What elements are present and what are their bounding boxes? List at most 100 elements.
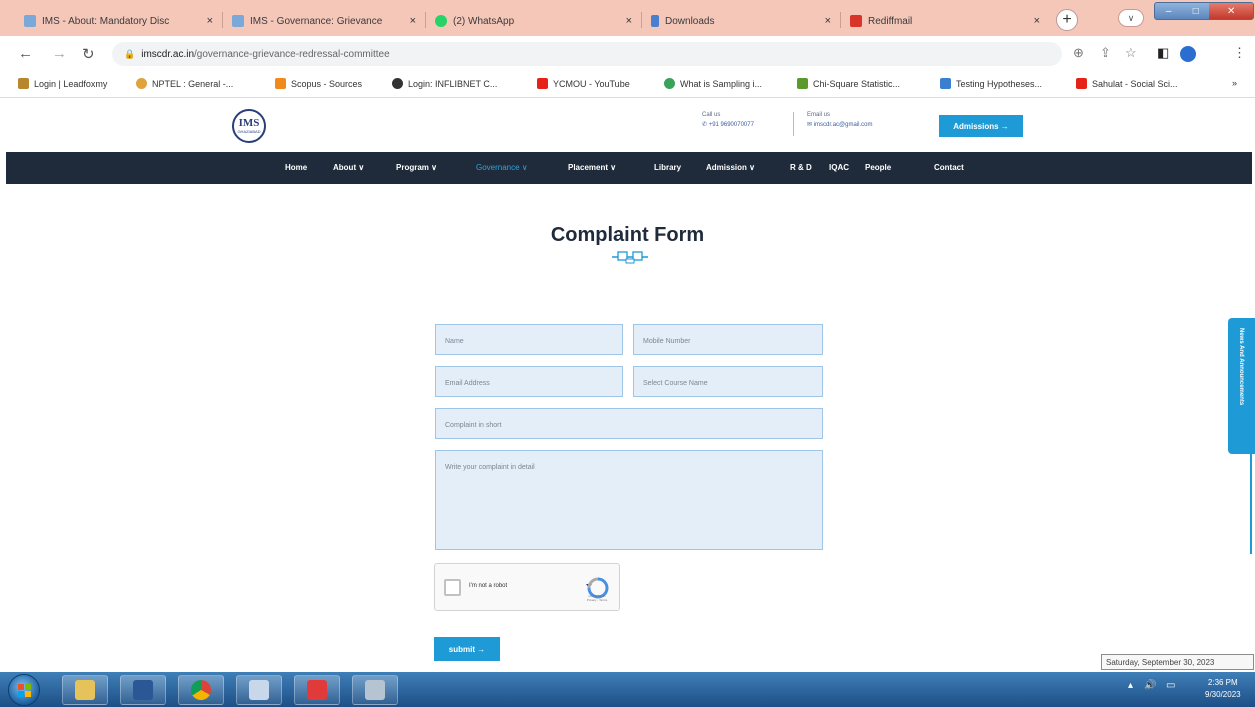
close-tab-icon[interactable]: × [207,15,213,27]
nav-program[interactable]: Program ∨ [396,163,437,172]
nav-about[interactable]: About ∨ [333,163,364,172]
star-icon[interactable]: ☆ [1125,45,1137,61]
tray-arrow-icon[interactable]: ▴ [1128,680,1133,691]
close-tab-icon[interactable]: × [825,15,831,27]
bookmark-item[interactable]: Login | Leadfoxmy [18,78,107,89]
rediffmail-icon [850,15,862,27]
close-tab-icon[interactable]: × [626,15,632,27]
bookmark-item[interactable]: Testing Hypotheses... [940,78,1042,89]
taskbar-app[interactable] [294,675,340,705]
start-button[interactable] [8,674,40,706]
complaint-short-input[interactable]: Complaint in short [435,408,823,439]
nav-library[interactable]: Library [654,163,681,172]
tab-search-button[interactable]: ∨ [1118,9,1144,27]
bookmark-label: Scopus - Sources [291,78,363,89]
nav-people[interactable]: People [865,163,891,172]
recaptcha-label: I'm not a robot [469,583,508,589]
logo-text: IMS [238,117,260,129]
complaint-detail-textarea[interactable]: Write your complaint in detail [435,450,823,550]
taskbar-explorer[interactable] [62,675,108,705]
call-value[interactable]: +91 9690070077 [709,122,754,128]
minimize-icon[interactable]: – [1155,3,1182,19]
close-tab-icon[interactable]: × [410,15,416,27]
bookmark-label: Sahulat - Social Sci... [1092,78,1178,89]
news-side-tab[interactable]: News And Announcements [1228,318,1255,454]
profile-avatar-icon[interactable] [1180,46,1196,62]
email-input[interactable]: Email Address [435,366,623,397]
address-bar[interactable]: 🔒 imscdr.ac.in /governance-grievance-red… [112,42,1062,66]
bookmark-label: Chi-Square Statistic... [813,78,901,89]
phone-icon: ✆ [702,122,709,128]
nav-governance[interactable]: Governance ∨ [476,163,528,172]
nav-rnd[interactable]: R & D [790,163,812,172]
taskbar-app[interactable] [352,675,398,705]
bookmark-item[interactable]: Login: INFLIBNET C... [392,78,497,89]
lock-icon: 🔒 [124,48,136,59]
contact-divider [793,112,794,136]
nav-admission[interactable]: Admission ∨ [706,163,755,172]
taskbar-app[interactable] [236,675,282,705]
ims-favicon-icon [232,15,244,27]
share-icon[interactable]: ⇪ [1100,45,1111,61]
browser-tab[interactable]: (2) WhatsApp × [427,6,640,36]
name-input[interactable]: Name [435,324,623,355]
bookmark-label: NPTEL : General -... [152,78,234,89]
window-icon [249,680,269,700]
taskbar-clock[interactable]: 2:36 PM 9/30/2023 [1205,677,1241,701]
nav-iqac[interactable]: IQAC [829,163,849,172]
close-window-icon[interactable]: ✕ [1209,3,1253,19]
bookmark-item[interactable]: Sahulat - Social Sci... [1076,78,1178,89]
nav-contact[interactable]: Contact [934,163,964,172]
browser-tab[interactable]: Downloads × [643,6,839,36]
ims-favicon-icon [24,15,36,27]
zoom-icon[interactable]: ⊕ [1073,45,1084,61]
tab-separator [840,12,841,28]
new-tab-button[interactable]: + [1056,9,1078,31]
tab-label: IMS - About: Mandatory Disc [42,15,170,27]
admissions-button[interactable]: Admissions → [939,115,1023,137]
main-nav: Home About ∨ Program ∨ Governance ∨ Plac… [6,152,1252,184]
forward-arrow-icon[interactable]: → [52,45,67,62]
browser-tab-strip: IMS - About: Mandatory Disc × IMS - Gove… [0,0,1255,36]
bookmark-item[interactable]: What is Sampling i... [664,78,762,89]
call-contact: Call us ✆ +91 9690070077 [702,110,754,130]
side-tab-label: News And Announcements [1238,328,1244,406]
mobile-input[interactable]: Mobile Number [633,324,823,355]
mail-icon: ✉ [807,122,814,128]
close-tab-icon[interactable]: × [1034,15,1040,27]
recaptcha-terms[interactable]: Privacy - Terms [577,598,617,602]
clock-date: 9/30/2023 [1205,690,1241,699]
browser-tab-active[interactable]: IMS - Governance: Grievance × [224,6,424,36]
ims-logo[interactable]: IMS GHAZIABAD [232,109,266,143]
taskbar-word[interactable] [120,675,166,705]
menu-kebab-icon[interactable]: ⋮ [1233,45,1246,61]
tab-separator [222,12,223,28]
course-select[interactable]: Select Course Name [633,366,823,397]
folder-icon [75,680,95,700]
volume-icon[interactable]: 🔊 [1144,680,1156,691]
bookmark-item[interactable]: YCMOU - YouTube [537,78,630,89]
bookmark-item[interactable]: Scopus - Sources [275,78,362,89]
email-label: Email us [807,112,831,118]
reload-icon[interactable]: ↻ [82,45,95,63]
taskbar-chrome[interactable] [178,675,224,705]
youtube-icon [1076,78,1087,89]
email-value[interactable]: imscdr.ac@gmail.com [814,122,873,128]
sidepanel-icon[interactable]: ◧ [1157,45,1169,61]
nptel-icon [136,78,147,89]
call-label: Call us [702,112,721,118]
back-arrow-icon[interactable]: ← [18,45,33,62]
bookmarks-overflow-button[interactable]: » [1232,78,1237,88]
maximize-icon[interactable]: □ [1182,3,1209,19]
nav-home[interactable]: Home [285,163,307,172]
chart-icon [797,78,808,89]
recaptcha-checkbox[interactable] [444,579,461,596]
submit-button[interactable]: submit → [434,637,500,661]
browser-tab[interactable]: IMS - About: Mandatory Disc × [16,6,221,36]
bookmark-item[interactable]: NPTEL : General -... [136,78,233,89]
network-icon[interactable]: ▭ [1166,680,1175,691]
browser-tab[interactable]: Rediffmail × [842,6,1048,36]
bookmark-item[interactable]: Chi-Square Statistic... [797,78,900,89]
nav-placement[interactable]: Placement ∨ [568,163,616,172]
date-tooltip: Saturday, September 30, 2023 [1101,654,1254,670]
